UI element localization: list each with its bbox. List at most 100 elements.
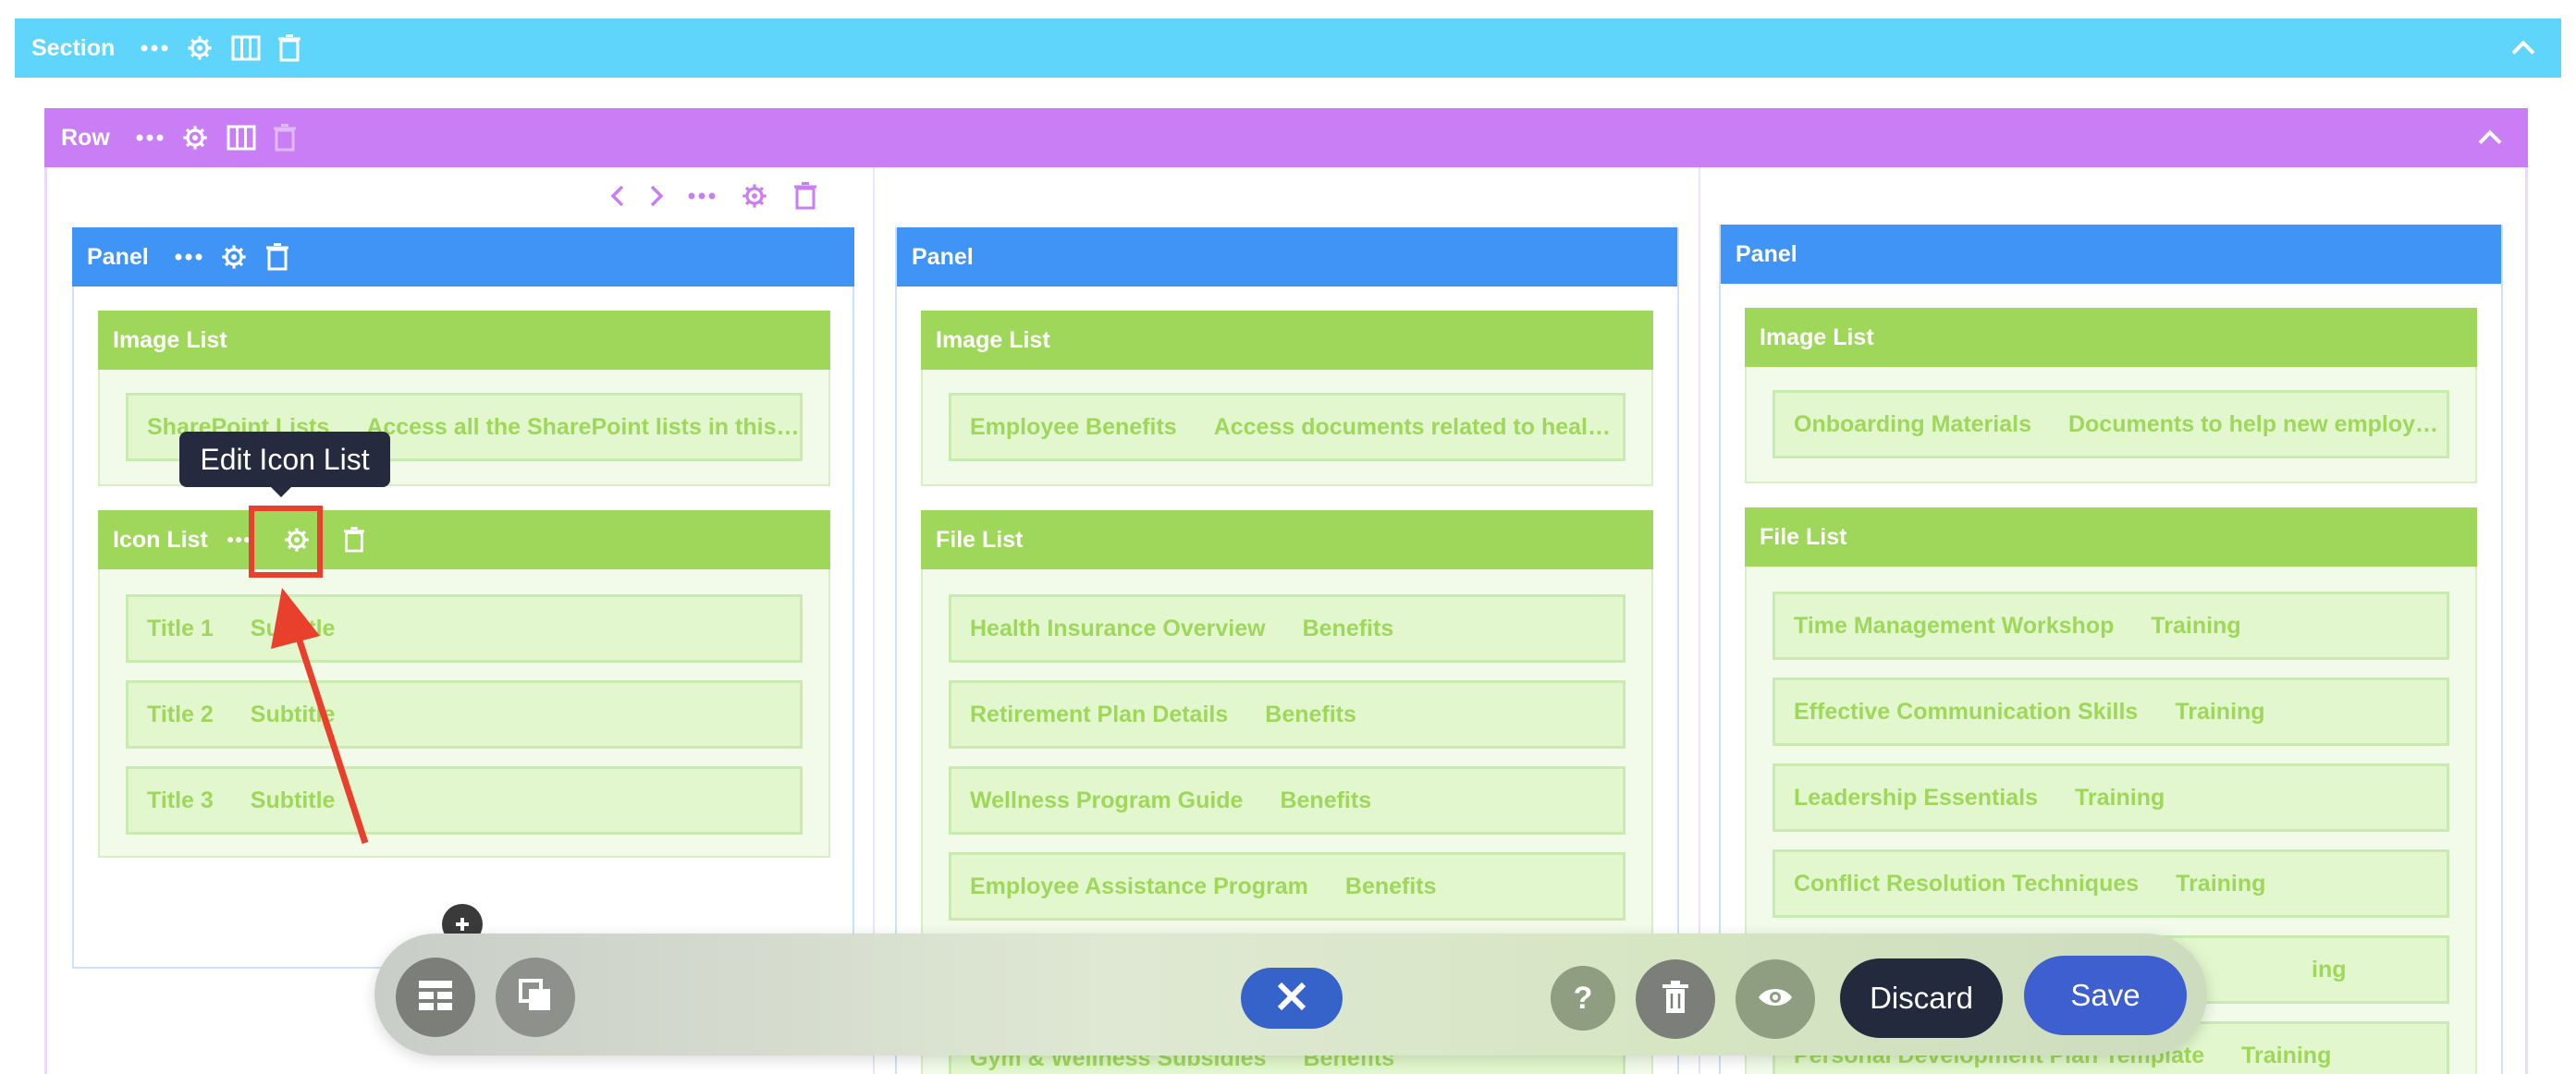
more-icon[interactable] [136,134,164,141]
image-list-widget: Image List Employee Benefits Access docum… [921,311,1653,486]
widget-label: Image List [1760,323,1874,350]
widget-label: Image List [936,326,1050,353]
list-item[interactable]: Employee Assistance Program Benefits [949,852,1625,921]
list-item[interactable]: Title 1 Subtitle [126,594,803,663]
list-item[interactable]: Employee Benefits Access documents relate… [949,393,1625,461]
item-subtitle: Access documents related to heal… [1213,413,1611,440]
list-item[interactable]: Title 3 Subtitle [126,766,803,835]
image-list-widget: Image List Onboarding Materials Documents… [1745,308,2477,483]
item-title: Health Insurance Overview [970,615,1266,641]
item-subtitle: Training [2241,1042,2332,1068]
item-subtitle: Training [2175,698,2265,725]
item-subtitle: Access all the SharePoint lists in this… [366,413,800,440]
save-button[interactable]: Save [2024,956,2187,1035]
delete-button[interactable] [1636,959,1715,1039]
item-title: Time Management Workshop [1794,612,2115,639]
more-icon[interactable] [141,44,168,52]
trash-icon[interactable] [343,527,365,553]
copy-button[interactable] [496,958,575,1037]
gear-icon[interactable] [219,242,249,272]
gear-icon[interactable] [740,181,769,211]
close-icon [1276,981,1307,1017]
collapse-section-icon[interactable] [2511,35,2535,62]
widget-header[interactable]: File List [921,510,1653,569]
preview-button[interactable] [1736,959,1815,1039]
more-icon[interactable] [175,253,202,261]
list-item[interactable]: Time Management Workshop Training [1773,592,2449,660]
collapse-row-icon[interactable] [2478,125,2502,152]
item-subtitle: Benefits [1280,787,1372,813]
copy-icon [517,977,554,1019]
item-subtitle: Subtitle [250,787,336,813]
trash-icon[interactable] [265,243,289,271]
layout-button[interactable] [396,958,475,1037]
row-label: Row [61,124,110,151]
widget-header[interactable]: Image List [98,311,830,370]
section-label: Section [31,34,116,61]
item-subtitle: ing [2312,956,2347,982]
widget-label: Icon List [113,526,208,553]
widget-header[interactable]: Image List [921,311,1653,370]
panel-toolbar[interactable]: Panel [897,227,1677,287]
item-subtitle: Training [2151,612,2241,639]
layout-icon [417,979,454,1017]
widget-label: Image List [113,326,227,353]
trash-icon [1661,980,1690,1019]
chevron-left-icon[interactable] [610,184,625,208]
item-subtitle: Benefits [1344,873,1437,899]
item-title: Title 2 [147,701,214,727]
item-subtitle: Subtitle [250,615,336,641]
list-item[interactable]: Onboarding Materials Documents to help ne… [1773,390,2449,458]
panel-label: Panel [87,243,149,270]
widget-header[interactable]: Image List [1745,308,2477,367]
item-title: Conflict Resolution Techniques [1794,870,2140,897]
list-item[interactable]: Wellness Program Guide Benefits [949,766,1625,835]
panel-label: Panel [1736,240,1797,267]
item-subtitle: Training [2176,870,2266,897]
item-title: Title 3 [147,787,214,813]
page-builder-canvas: Section Row Panel Image List SharePoint … [0,0,2576,1074]
item-title: Employee Assistance Program [970,873,1308,899]
discard-button[interactable]: Discard [1840,958,2003,1038]
panel-toolbar[interactable]: Panel [72,227,854,287]
panel-1: Panel Image List SharePoint Lists Access… [72,227,854,969]
widget-header[interactable]: File List [1745,507,2477,567]
row-toolbar[interactable]: Row [44,108,2528,167]
help-button[interactable]: ? [1551,966,1615,1031]
section-toolbar[interactable]: Section [15,18,2561,78]
list-item[interactable]: Health Insurance Overview Benefits [949,594,1625,663]
item-subtitle: Benefits [1265,701,1356,727]
list-item[interactable]: Leadership Essentials Training [1773,763,2449,832]
columns-icon[interactable] [227,125,256,151]
widget-toolbar[interactable]: Icon List [98,510,830,569]
close-button[interactable] [1241,968,1343,1029]
item-title: Wellness Program Guide [970,787,1244,813]
panel-label: Panel [912,243,974,270]
item-title: Retirement Plan Details [970,701,1229,727]
trash-icon[interactable] [793,182,817,210]
list-item[interactable]: Conflict Resolution Techniques Training [1773,849,2449,918]
trash-icon[interactable] [277,34,301,62]
eye-icon [1757,985,1794,1014]
highlight-box [249,506,323,578]
panel-toolbar[interactable]: Panel [1721,225,2501,284]
list-item[interactable]: Retirement Plan Details Benefits [949,680,1625,749]
widget-label: File List [936,526,1024,553]
list-item[interactable]: Title 2 Subtitle [126,680,803,749]
columns-icon[interactable] [231,35,261,61]
chevron-right-icon[interactable] [649,184,664,208]
icon-list-widget: Icon List Title 1 Subtitle Title 2 Subtitl… [98,510,830,858]
gear-icon[interactable] [180,123,210,153]
list-item[interactable]: Effective Communication Skills Training [1773,677,2449,746]
more-icon[interactable] [227,536,251,543]
item-title: Title 1 [147,615,214,641]
bottom-toolbar: ? Discard Save [374,934,2207,1056]
widget-label: File List [1760,523,1847,550]
column-toolbar[interactable] [610,181,817,211]
item-title: Effective Communication Skills [1794,698,2139,725]
gear-icon[interactable] [185,33,215,63]
tooltip: Edit Icon List [179,432,390,487]
more-icon[interactable] [688,192,716,200]
item-subtitle: Training [2075,784,2165,811]
help-icon: ? [1573,980,1593,1016]
